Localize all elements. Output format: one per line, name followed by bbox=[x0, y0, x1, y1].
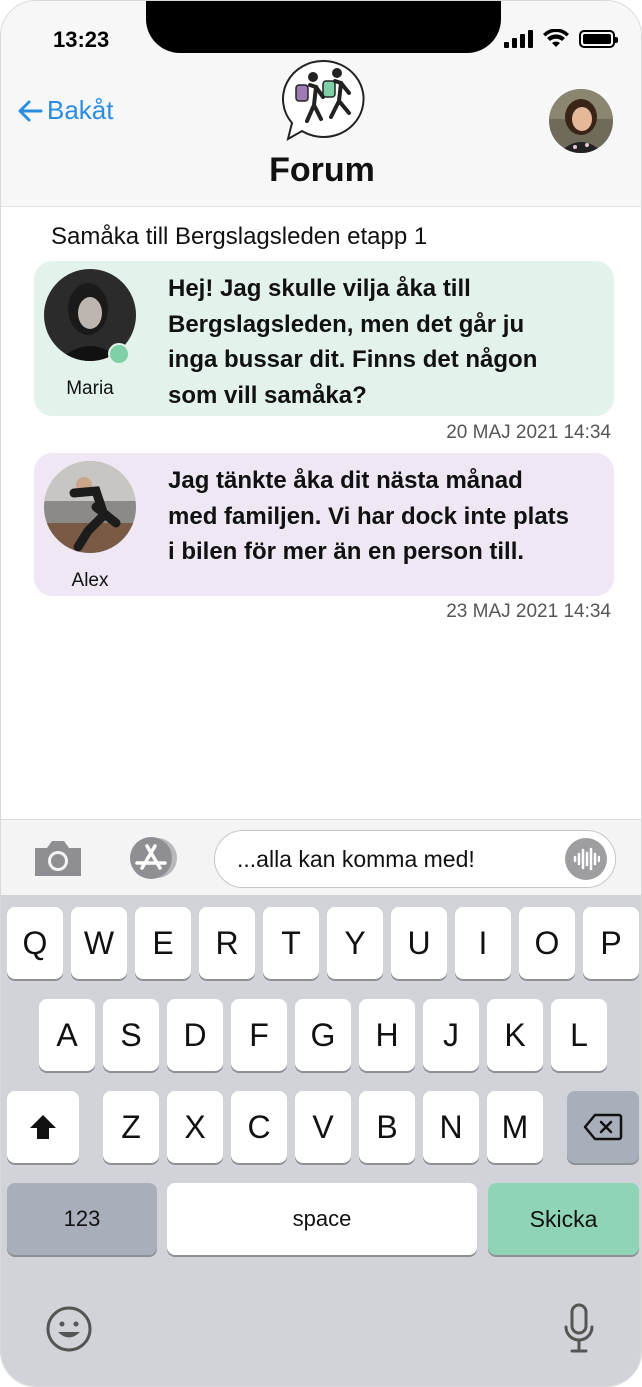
online-status-dot bbox=[108, 343, 130, 365]
send-button[interactable]: Skicka bbox=[488, 1183, 639, 1255]
battery-icon bbox=[579, 30, 618, 48]
key-c[interactable]: C bbox=[231, 1091, 287, 1163]
profile-photo-icon bbox=[549, 89, 613, 153]
phone-screen: 13:23 Bakåt Forum Samåka till Bergslagsl… bbox=[0, 0, 642, 1387]
composer-bar: ...alla kan komma med! bbox=[1, 819, 641, 895]
message-text: Hej! Jag skulle vilja åka till Bergslags… bbox=[168, 271, 600, 413]
user-avatar[interactable] bbox=[549, 89, 613, 153]
message-input-text: ...alla kan komma med! bbox=[237, 845, 475, 872]
profile-photo-icon bbox=[44, 461, 136, 553]
hikers-logo-icon bbox=[282, 59, 365, 142]
key-s[interactable]: S bbox=[103, 999, 159, 1071]
key-j[interactable]: J bbox=[423, 999, 479, 1071]
back-label: Bakåt bbox=[47, 95, 114, 125]
audio-waveform-icon[interactable] bbox=[565, 838, 607, 880]
message-timestamp: 20 MAJ 2021 14:34 bbox=[446, 422, 611, 443]
key-x[interactable]: X bbox=[167, 1091, 223, 1163]
delete-key[interactable] bbox=[567, 1091, 639, 1163]
message-input[interactable]: ...alla kan komma med! bbox=[214, 830, 616, 888]
key-l[interactable]: L bbox=[551, 999, 607, 1071]
shift-arrow-icon bbox=[30, 1115, 56, 1139]
avatar-alex[interactable] bbox=[44, 461, 136, 553]
key-k[interactable]: K bbox=[487, 999, 543, 1071]
message-line: inga bussar dit. Finns det någon bbox=[168, 346, 538, 373]
key-n[interactable]: N bbox=[423, 1091, 479, 1163]
message-line: som vill samåka? bbox=[168, 381, 367, 409]
shift-key[interactable] bbox=[7, 1091, 79, 1163]
microphone-icon[interactable] bbox=[563, 1303, 595, 1355]
key-u[interactable]: U bbox=[391, 907, 447, 979]
key-t[interactable]: T bbox=[263, 907, 319, 979]
message-timestamp: 23 MAJ 2021 14:34 bbox=[446, 601, 611, 622]
page-title: Forum bbox=[269, 151, 375, 189]
key-i[interactable]: I bbox=[455, 907, 511, 979]
message-line: Bergslagsleden, men det går ju bbox=[168, 310, 525, 338]
emoji-icon[interactable] bbox=[45, 1305, 93, 1353]
message-bubble-maria: Maria Hej! Jag skulle vilja åka till Ber… bbox=[34, 261, 614, 416]
key-f[interactable]: F bbox=[231, 999, 287, 1071]
message-bubble-alex: Alex Jag tänkte åka dit nästa månad med … bbox=[34, 453, 614, 596]
author-name: Alex bbox=[71, 570, 109, 591]
message-line: med familjen. Vi har dock inte plats bbox=[168, 502, 570, 530]
key-p[interactable]: P bbox=[583, 907, 639, 979]
app-store-icon[interactable] bbox=[121, 836, 183, 880]
camera-icon[interactable] bbox=[31, 836, 85, 880]
status-icons bbox=[504, 29, 618, 49]
numbers-key[interactable]: 123 bbox=[7, 1183, 157, 1255]
key-m[interactable]: M bbox=[487, 1091, 543, 1163]
status-time: 13:23 bbox=[53, 27, 110, 52]
arrow-left-icon bbox=[18, 100, 43, 121]
key-g[interactable]: G bbox=[295, 999, 351, 1071]
app-header: 13:23 Bakåt Forum bbox=[1, 1, 641, 207]
message-line: i bilen för mer än en person till. bbox=[168, 538, 525, 565]
key-z[interactable]: Z bbox=[103, 1091, 159, 1163]
key-e[interactable]: E bbox=[135, 907, 191, 979]
key-o[interactable]: O bbox=[519, 907, 575, 979]
key-h[interactable]: H bbox=[359, 999, 415, 1071]
back-button[interactable]: Bakåt bbox=[17, 95, 114, 126]
key-r[interactable]: R bbox=[199, 907, 255, 979]
key-v[interactable]: V bbox=[295, 1091, 351, 1163]
message-line: Jag tänkte åka dit nästa månad bbox=[168, 467, 523, 494]
backspace-icon bbox=[583, 1113, 623, 1141]
key-w[interactable]: W bbox=[71, 907, 127, 979]
key-q[interactable]: Q bbox=[7, 907, 63, 979]
message-line: Hej! Jag skulle vilja åka till bbox=[168, 275, 471, 302]
device-notch bbox=[146, 1, 501, 53]
wifi-icon bbox=[543, 29, 569, 47]
thread-title: Samåka till Bergslagsleden etapp 1 bbox=[51, 223, 428, 250]
signal-icon bbox=[504, 30, 533, 48]
space-key[interactable]: space bbox=[167, 1183, 477, 1255]
key-d[interactable]: D bbox=[167, 999, 223, 1071]
key-a[interactable]: A bbox=[39, 999, 95, 1071]
key-b[interactable]: B bbox=[359, 1091, 415, 1163]
message-text: Jag tänkte åka dit nästa månad med famil… bbox=[168, 463, 600, 570]
keyboard-area: ...alla kan komma med! Q W E R T Y U I O… bbox=[1, 819, 641, 1386]
author-name: Maria bbox=[66, 378, 114, 399]
key-y[interactable]: Y bbox=[327, 907, 383, 979]
